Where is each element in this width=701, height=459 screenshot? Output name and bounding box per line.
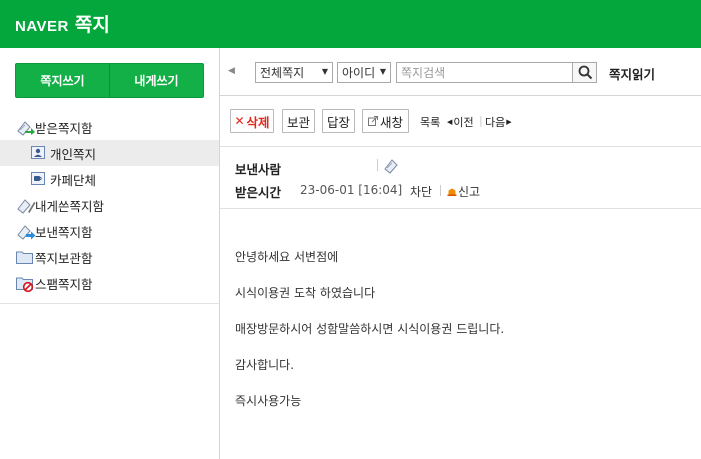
brand-name: NAVER [15, 18, 69, 35]
chevron-right-icon: ▶ [506, 118, 512, 126]
reply-button[interactable]: 답장 [322, 109, 355, 133]
next-label: 다음 [485, 116, 506, 129]
sender-cursor-divider [377, 159, 378, 171]
report-link[interactable]: 신고 [447, 183, 480, 200]
search-placeholder: 쪽지검색 [401, 66, 446, 80]
prev-label: 이전 [453, 116, 474, 129]
new-window-label: 새창 [379, 114, 403, 130]
received-time-label: 받은시간 [235, 185, 282, 200]
scope-select[interactable]: 전체쪽지 ▼ [255, 62, 333, 83]
message-line: 매장방문하시어 성함말씀하시면 시식이용권 드립니다. [235, 322, 505, 336]
external-link-icon [367, 114, 378, 129]
message-header: 보낸사람 받은시간 23-06-01 [16:04] 차단 신고 [220, 147, 701, 209]
app-header: NAVER 쪽지 [0, 0, 701, 48]
report-label: 신고 [458, 185, 481, 199]
folder-item-self[interactable]: 내게쓴쪽지함 [0, 192, 219, 218]
received-time: 23-06-01 [16:04] [300, 183, 403, 197]
folder-label-cafe: 카페단체 [50, 172, 97, 188]
field-select[interactable]: 아이디 ▼ [337, 62, 391, 83]
block-link[interactable]: 차단 [410, 183, 432, 200]
folder-label-archive: 쪽지보관함 [35, 250, 93, 266]
siren-icon [447, 185, 457, 199]
write-to-self-button[interactable]: 내게쓰기 [110, 64, 203, 97]
sidebar-divider [0, 303, 219, 304]
message-line: 감사합니다. [235, 358, 295, 372]
search-input[interactable]: 쪽지검색 [396, 62, 574, 83]
sender-label: 보낸사람 [235, 162, 282, 177]
delete-button[interactable]: ✕ 삭제 [230, 109, 274, 133]
folder-label-inbox: 받은쪽지함 [35, 120, 93, 136]
cafe-icon [31, 172, 49, 188]
folder-label-spam: 스팸쪽지함 [35, 276, 93, 292]
folder-item-archive[interactable]: 쪽지보관함 [0, 244, 219, 270]
meta-divider [440, 185, 441, 196]
folder-list: 받은쪽지함 개인쪽지 카페단체 내게쓴쪽지함 보낸쪽지함 쪽지보관함 스팸쪽지함 [0, 114, 219, 296]
compose-button[interactable]: 쪽지쓰기 [16, 64, 109, 97]
new-window-button[interactable]: 새창 [362, 109, 409, 133]
folder-label-sent: 보낸쪽지함 [35, 224, 93, 240]
person-icon [31, 146, 49, 162]
naver-logo[interactable]: NAVER 쪽지 [15, 10, 110, 37]
compose-button-group: 쪽지쓰기 내게쓰기 [15, 63, 204, 98]
search-icon [578, 65, 593, 83]
folder-label-self: 내게쓴쪽지함 [35, 198, 105, 214]
sent-icon [16, 223, 36, 240]
folder-icon [16, 250, 34, 266]
prev-link[interactable]: ◀ 이전 [447, 114, 474, 130]
folder-item-sent[interactable]: 보낸쪽지함 [0, 218, 219, 244]
collapse-sidebar-icon[interactable]: ◀ [228, 66, 235, 76]
close-icon: ✕ [234, 114, 245, 128]
message-line: 안녕하세요 서변점에 [235, 250, 339, 264]
sender-note-icon[interactable] [383, 157, 403, 177]
sidebar: 쪽지쓰기 내게쓰기 받은쪽지함 개인쪽지 카페단체 내게쓴쪽지함 보낸쪽지함 쪽… [0, 48, 220, 459]
message-line: 시식이용권 도착 하였습니다 [235, 286, 376, 300]
delete-label: 삭제 [246, 114, 270, 130]
spam-icon [16, 275, 34, 293]
chevron-down-icon: ▼ [321, 67, 328, 76]
search-button[interactable] [572, 62, 597, 83]
folder-item-spam[interactable]: 스팸쪽지함 [0, 270, 219, 296]
save-button[interactable]: 보관 [282, 109, 315, 133]
filter-toolbar: ◀ 전체쪽지 ▼ 아이디 ▼ 쪽지검색 쪽지읽기 [220, 48, 701, 96]
folder-item-cafe[interactable]: 카페단체 [0, 166, 219, 192]
folder-label-personal: 개인쪽지 [50, 146, 97, 162]
message-line: 즉시사용가능 [235, 394, 302, 408]
nav-divider: | [479, 114, 483, 127]
chevron-left-icon: ◀ [447, 118, 453, 126]
chevron-down-icon: ▼ [379, 67, 386, 76]
service-name: 쪽지 [74, 14, 110, 36]
folder-item-inbox[interactable]: 받은쪽지함 [0, 114, 219, 140]
field-select-value: 아이디 [342, 66, 376, 80]
next-link[interactable]: 다음 ▶ [485, 114, 512, 130]
inbox-icon [16, 119, 35, 136]
action-toolbar: ✕ 삭제 보관 답장 새창 목록 ◀ 이전 | 다음 ▶ [220, 97, 701, 147]
scope-select-value: 전체쪽지 [260, 66, 305, 80]
page-title: 쪽지읽기 [609, 67, 656, 82]
list-link[interactable]: 목록 [420, 114, 440, 130]
self-note-icon [16, 197, 36, 214]
folder-item-personal[interactable]: 개인쪽지 [0, 140, 219, 166]
